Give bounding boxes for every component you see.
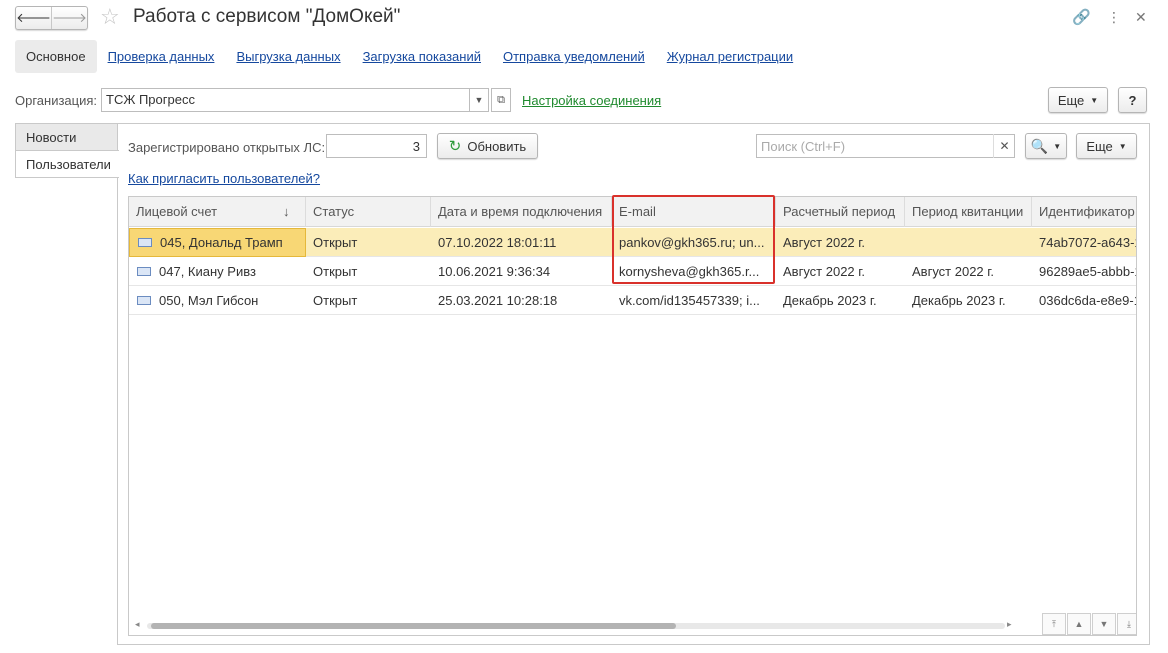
back-arrow-icon[interactable]: 🡐 [16,7,51,29]
top-tabs: Основное Проверка данных Выгрузка данных… [15,40,804,73]
refresh-icon: ↻ [448,138,462,155]
org-label: Организация: [15,93,98,108]
col-email[interactable]: E-mail [612,197,776,227]
registered-label: Зарегистрировано открытых ЛС: [128,140,326,155]
cell-calc-period: Август 2022 г. [783,235,866,250]
registered-count-field[interactable]: 3 [326,134,427,158]
first-row-icon[interactable]: ⤒ [1042,613,1066,635]
more-button[interactable]: Еще ▼ [1048,87,1108,113]
more-button-label: Еще [1057,92,1085,108]
users-table: Лицевой счет ↓ Статус Дата и время подкл… [128,196,1137,636]
table-header: Лицевой счет ↓ Статус Дата и время подкл… [129,197,1136,227]
table-row[interactable]: 050, Мэл Гибсон Открыт 25.03.2021 10:28:… [129,286,1137,315]
tab-users[interactable]: Пользователи [15,150,119,178]
col-connected[interactable]: Дата и время подключения [431,197,612,227]
close-icon[interactable]: ✕ [1135,9,1147,26]
col-status[interactable]: Статус [306,197,431,227]
open-icon[interactable]: ⧉ [491,88,511,112]
favorite-star-icon[interactable]: ☆ [100,6,120,28]
users-more-label: Еще [1086,138,1113,154]
help-button[interactable]: ? [1118,87,1147,113]
cell-status: Открыт [313,235,358,250]
invite-users-link[interactable]: Как пригласить пользователей? [128,171,320,186]
chevron-down-icon: ▼ [1090,95,1099,105]
chevron-down-icon[interactable]: ▼ [469,88,489,112]
col-account[interactable]: Лицевой счет ↓ [129,197,306,227]
account-icon [137,296,151,306]
refresh-button-label: Обновить [467,138,527,154]
org-field[interactable]: ТСЖ Прогресс [101,88,471,112]
last-row-icon[interactable]: ⤓ [1117,613,1136,635]
tab-news[interactable]: Новости [15,123,118,151]
cell-receipt-period: Декабрь 2023 г. [912,293,1006,308]
cell-calc-period: Август 2022 г. [783,264,866,279]
cell-status: Открыт [313,264,358,279]
scroll-thumb[interactable] [151,623,676,629]
cell-connected: 25.03.2021 10:28:18 [438,293,558,308]
account-icon [138,238,152,248]
cell-receipt-period [905,228,1032,257]
tab-readings-import[interactable]: Загрузка показаний [352,40,492,73]
chevron-down-icon: ▼ [1053,141,1062,151]
forward-arrow-icon[interactable]: 🡒 [51,7,87,29]
col-account-label: Лицевой счет [136,204,218,219]
row-nav-buttons: ⤒ ▲ ▼ ⤓ [1041,613,1136,635]
cell-calc-period: Декабрь 2023 г. [783,293,877,308]
refresh-button[interactable]: ↻ Обновить [437,133,538,159]
next-row-icon[interactable]: ▼ [1092,613,1116,635]
cell-account[interactable]: 050, Мэл Гибсон [129,286,306,315]
table-row[interactable]: 045, Дональд Трамп Открыт 07.10.2022 18:… [129,228,1137,257]
sort-arrow-icon: ↓ [283,204,290,219]
tab-data-export[interactable]: Выгрузка данных [225,40,351,73]
account-text: 045, Дональд Трамп [160,235,283,250]
search-input[interactable]: Поиск (Ctrl+F) [756,134,1015,158]
account-text: 047, Киану Ривз [159,264,256,279]
prev-row-icon[interactable]: ▲ [1067,613,1091,635]
scroll-left-icon[interactable]: ◂ [135,619,140,630]
cell-account[interactable]: 045, Дональд Трамп [129,228,306,257]
cell-status: Открыт [313,293,358,308]
chevron-down-icon: ▼ [1118,141,1127,151]
cell-identifier: 036dc6da-e8e9-1 [1039,293,1137,308]
more-icon[interactable]: ⋮ [1107,9,1121,26]
history-nav: 🡐 🡒 [15,6,88,30]
cell-identifier: 74ab7072-a643-1 [1039,235,1137,250]
horizontal-scrollbar[interactable]: ◂ ▸ [129,617,1136,635]
search-button[interactable]: 🔍 ▼ [1025,133,1067,159]
tab-data-check[interactable]: Проверка данных [97,40,226,73]
col-identifier[interactable]: Идентификатор [1032,197,1136,227]
cell-connected: 07.10.2022 18:01:11 [438,235,557,250]
table-row[interactable]: 047, Киану Ривз Открыт 10.06.2021 9:36:3… [129,257,1137,286]
account-text: 050, Мэл Гибсон [159,293,259,308]
scroll-right-icon[interactable]: ▸ [1007,619,1012,630]
account-icon [137,267,151,277]
window-title: Работа с сервисом "ДомОкей" [133,6,401,27]
search-icon: 🔍 [1030,137,1049,154]
col-receipt-period[interactable]: Период квитанции [905,197,1032,227]
cell-email: vk.com/id135457339; i... [619,293,760,308]
cell-email: pankov@gkh365.ru; un... [619,235,765,250]
col-calc-period[interactable]: Расчетный период [776,197,905,227]
cell-receipt-period: Август 2022 г. [912,264,995,279]
tab-event-log[interactable]: Журнал регистрации [656,40,804,73]
connection-settings-link[interactable]: Настройка соединения [522,93,661,108]
users-more-button[interactable]: Еще ▼ [1076,133,1137,159]
link-icon[interactable]: 🔗 [1072,8,1091,26]
cell-account[interactable]: 047, Киану Ривз [129,257,306,286]
cell-identifier: 96289ae5-abbb-1 [1039,264,1137,279]
clear-search-icon[interactable]: ✕ [993,134,1015,158]
tab-send-notifications[interactable]: Отправка уведомлений [492,40,656,73]
tab-main[interactable]: Основное [15,40,97,73]
cell-email: kornysheva@gkh365.r... [619,264,760,279]
cell-connected: 10.06.2021 9:36:34 [438,264,551,279]
